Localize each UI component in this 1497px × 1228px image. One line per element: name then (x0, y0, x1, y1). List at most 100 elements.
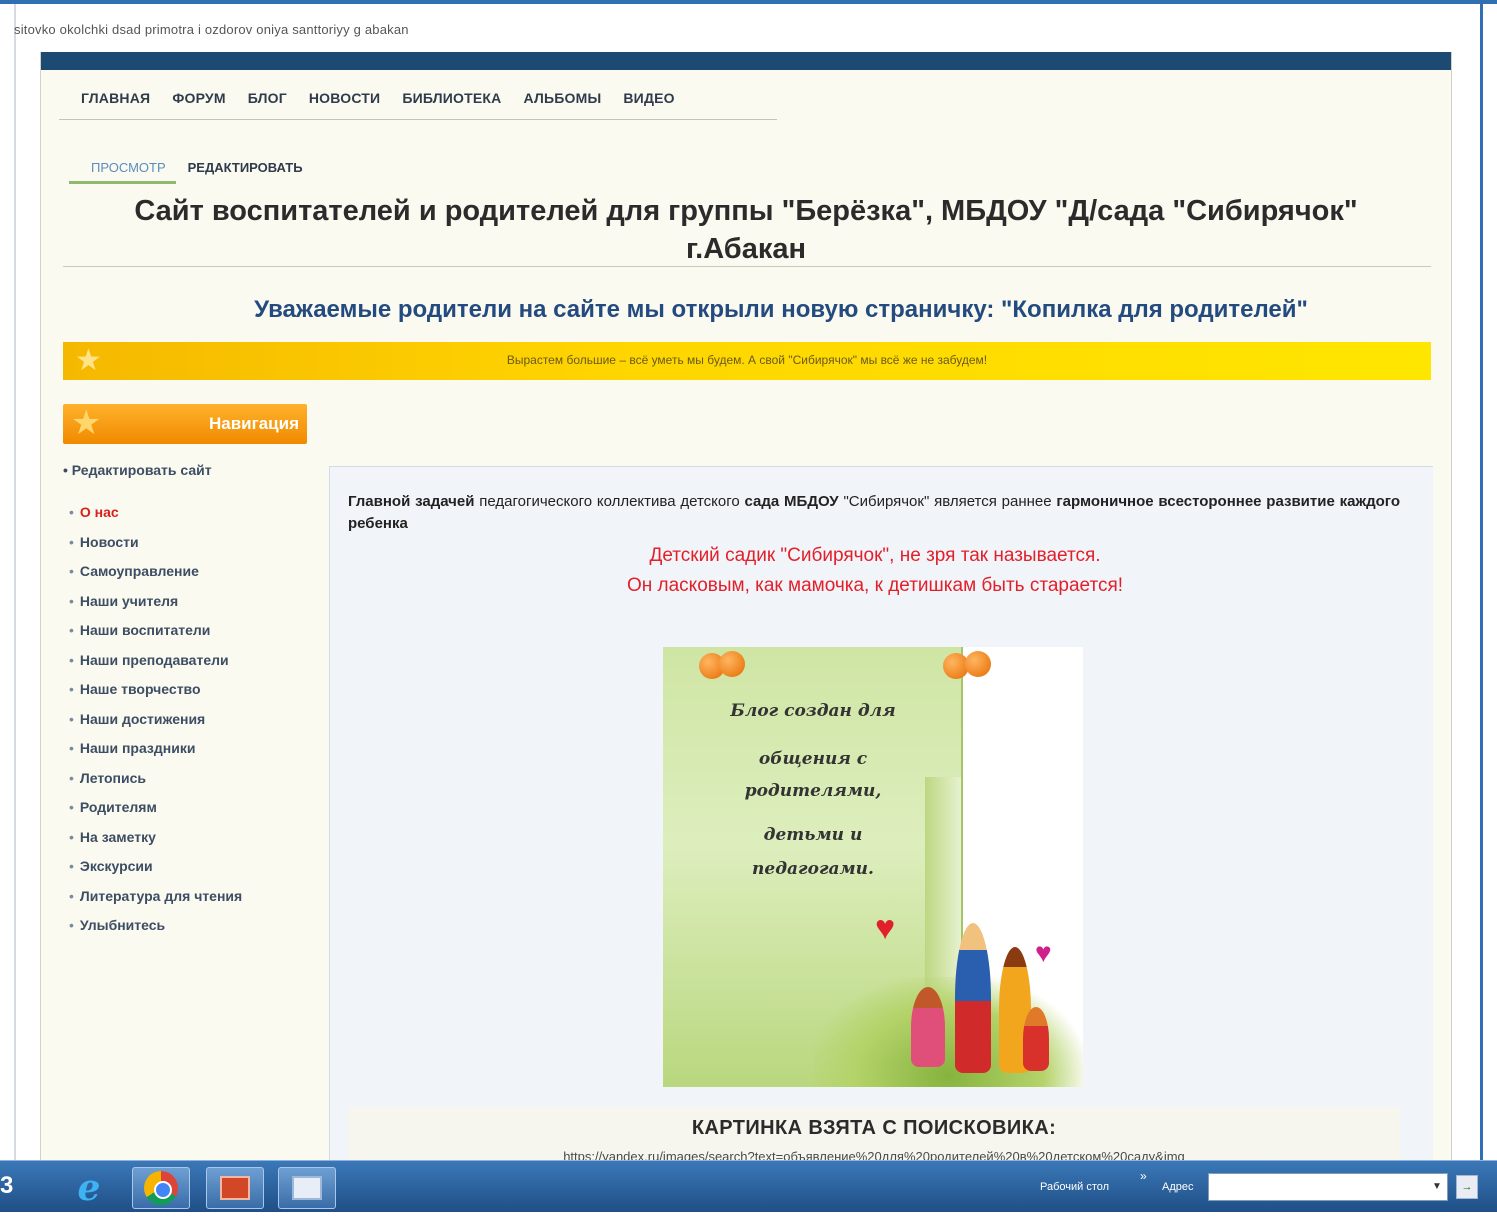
windows-taskbar: 3 e Рабочий стол » Адрес ▼ → (0, 1160, 1497, 1212)
main-content: Главной задачей педагогического коллекти… (329, 466, 1433, 1162)
document-icon (292, 1176, 322, 1200)
nav-news[interactable]: НОВОСТИ (309, 90, 380, 119)
star-icon: ★ (71, 404, 102, 442)
bullet-icon: • (69, 710, 74, 727)
sidebar-item-label: Улыбнитесь (79, 917, 166, 933)
blog-poster-image: Блог создан для общения с родителями, де… (663, 647, 1083, 1087)
edit-site-link[interactable]: • Редактировать сайт (63, 462, 212, 478)
bullet-icon: • (69, 769, 74, 786)
intro-text-2: "Сибирячок" является раннее (838, 493, 1057, 510)
sidebar-item-label: Родителям (79, 799, 157, 815)
sidebar-item-instructors[interactable]: • Наши преподаватели (69, 652, 242, 682)
sidebar-item-notes[interactable]: • На заметку (69, 829, 242, 859)
nav-forum[interactable]: ФОРУМ (172, 90, 225, 119)
bullet-icon: • (69, 681, 74, 697)
father-figure-icon (955, 923, 991, 1073)
sidebar-item-label: Наши достижения (79, 710, 206, 727)
nav-blog[interactable]: БЛОГ (248, 90, 287, 119)
edit-site-label: Редактировать сайт (71, 462, 212, 478)
sidebar-item-chronicle[interactable]: • Летопись (69, 770, 242, 800)
bullet-icon: • (69, 887, 74, 904)
sidebar-item-parents[interactable]: • Родителям (69, 799, 242, 829)
bullet-icon: • (69, 533, 74, 550)
sidebar-item-label: О нас (79, 504, 119, 520)
intro-bold-2: сада МБДОУ (744, 493, 839, 510)
sidebar-navigation-header: ★ Навигация (63, 404, 307, 444)
caption-title: КАРТИНКА ВЗЯТА С ПОИСКОВИКА: (691, 1117, 1057, 1139)
heart-balloon-icon: ♥ (875, 909, 896, 947)
page-top-bar (41, 52, 1451, 70)
bullet-icon: • (69, 504, 74, 520)
address-input[interactable] (1208, 1173, 1448, 1201)
tab-edit[interactable]: РЕДАКТИРОВАТЬ (176, 156, 313, 184)
tab-view[interactable]: ПРОСМОТР (69, 156, 176, 184)
bullet-icon: • (69, 651, 74, 668)
go-button[interactable]: → (1456, 1175, 1478, 1199)
sidebar-item-about[interactable]: • О нас (69, 504, 242, 534)
sidebar-list: • О нас • Новости • Самоуправление • Наши уч… (69, 504, 242, 947)
bullet-icon: • (63, 462, 72, 478)
sidebar-item-label: На заметку (79, 828, 156, 845)
bullet-icon: • (69, 858, 74, 874)
sidebar-item-label: Летопись (79, 769, 147, 786)
sidebar-item-label: Новости (79, 533, 139, 550)
intro-bold-1: Главной задачей (348, 493, 475, 510)
heart-balloon-icon: ♥ (1035, 937, 1052, 968)
page-title: Сайт воспитателей и родителей для группы… (134, 195, 1358, 265)
yellow-banner: ★ Вырастем большие – всё уметь мы будем.… (63, 342, 1431, 380)
notice-headline[interactable]: Уважаемые родители на сайте мы открыли н… (141, 296, 1421, 324)
poster-text-line: Блог создан для (730, 701, 896, 721)
screen: sitovko okolchki dsad primotra i ozdorov… (0, 0, 1497, 1228)
window-top-border (0, 0, 1497, 4)
sidebar-item-reading[interactable]: • Литература для чтения (69, 888, 242, 918)
sidebar-item-self-government[interactable]: • Самоуправление (69, 563, 242, 593)
window-left-border (14, 4, 16, 1164)
sidebar-item-label: Наши учителя (79, 592, 179, 609)
chevron-right-icon[interactable]: » (1140, 1169, 1147, 1183)
taskbar-chrome[interactable] (132, 1167, 190, 1209)
chrome-icon (144, 1171, 178, 1205)
sidebar-item-creativity[interactable]: • Наше творчество (69, 681, 242, 711)
address-label: Адрес (1162, 1181, 1194, 1193)
nav-library[interactable]: БИБЛИОТЕКА (402, 90, 501, 119)
main-navigation: ГЛАВНАЯ ФОРУМ БЛОГ НОВОСТИ БИБЛИОТЕКА АЛ… (59, 90, 777, 120)
poster-text-line: детьми и (763, 825, 863, 845)
intro-paragraph: Главной задачей педагогического коллекти… (348, 491, 1400, 535)
page-tabs: ПРОСМОТР РЕДАКТИРОВАТЬ (69, 156, 313, 184)
sidebar-item-smile[interactable]: • Улыбнитесь (69, 917, 242, 947)
bullet-icon: • (69, 740, 74, 756)
poster-text-line: родителями, (744, 781, 882, 801)
sidebar-item-label: Наши праздники (79, 740, 196, 756)
nav-home[interactable]: ГЛАВНАЯ (81, 90, 150, 119)
taskbar-document[interactable] (278, 1167, 336, 1209)
sidebar-item-achievements[interactable]: • Наши достижения (69, 711, 242, 741)
dropdown-arrow-icon[interactable]: ▼ (1432, 1181, 1442, 1192)
intro-text-1: педагогического коллектива детского (474, 493, 745, 510)
poster-text-line: общения с (758, 749, 868, 769)
sidebar-item-news[interactable]: • Новости (69, 534, 242, 564)
bullet-icon: • (69, 828, 74, 845)
page-url-strip: sitovko okolchki dsad primotra i ozdorov… (14, 22, 409, 37)
window-right-border (1480, 0, 1483, 1160)
pin-icon (965, 651, 991, 677)
start-button[interactable]: 3 (0, 1171, 14, 1201)
nav-video[interactable]: ВИДЕО (623, 90, 674, 119)
bullet-icon: • (69, 622, 74, 638)
sidebar-item-educators[interactable]: • Наши воспитатели (69, 622, 242, 652)
sidebar-item-label: Наше творчество (79, 681, 201, 697)
sidebar-item-teachers[interactable]: • Наши учителя (69, 593, 242, 623)
taskbar-powerpoint[interactable] (206, 1167, 264, 1209)
sidebar-item-label: Самоуправление (79, 563, 199, 579)
image-source-caption: КАРТИНКА ВЗЯТА С ПОИСКОВИКА: https://yan… (348, 1107, 1400, 1162)
sidebar-item-label: Литература для чтения (79, 887, 243, 904)
child-figure-icon (911, 987, 945, 1067)
title-divider (63, 266, 1431, 267)
bullet-icon: • (69, 917, 74, 933)
nav-albums[interactable]: АЛЬБОМЫ (523, 90, 601, 119)
sidebar-header-label: Навигация (209, 414, 299, 433)
sidebar-item-excursions[interactable]: • Экскурсии (69, 858, 242, 888)
sidebar-item-holidays[interactable]: • Наши праздники (69, 740, 242, 770)
taskbar-internet-explorer[interactable]: e (60, 1167, 118, 1209)
desktop-toolbar-label[interactable]: Рабочий стол (1040, 1181, 1109, 1193)
bullet-icon: • (69, 799, 74, 815)
